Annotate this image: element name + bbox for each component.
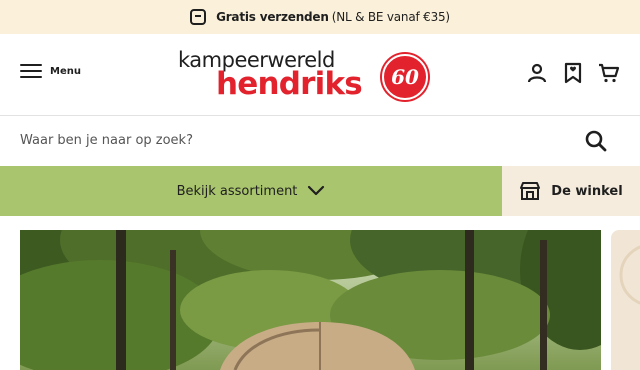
hero-side-preview[interactable] xyxy=(611,230,640,370)
store-button[interactable]: De winkel xyxy=(502,166,640,216)
hero-image[interactable] xyxy=(20,230,601,370)
menu-label: Menu xyxy=(50,65,81,77)
shipping-banner: Gratis verzenden (NL & BE vanaf €35) xyxy=(0,0,640,34)
store-label: De winkel xyxy=(551,183,623,199)
header-actions xyxy=(526,62,620,84)
store-icon xyxy=(520,182,541,200)
search-icon[interactable] xyxy=(584,129,608,153)
cart-icon[interactable] xyxy=(598,62,620,84)
assortment-label: Bekijk assortiment xyxy=(176,183,298,199)
search-input[interactable] xyxy=(20,126,560,154)
hamburger-icon xyxy=(20,64,42,78)
package-icon xyxy=(190,9,207,25)
search-bar xyxy=(0,116,640,166)
side-preview-pattern xyxy=(619,245,640,305)
assortment-button[interactable]: Bekijk assortiment xyxy=(0,166,502,216)
menu-button[interactable]: Menu xyxy=(20,64,81,78)
shipping-banner-bold: Gratis verzenden xyxy=(216,10,329,24)
site-logo[interactable]: kampeerwereld hendriks 60 xyxy=(176,48,436,108)
logo-bottom-text: hendriks xyxy=(216,66,363,102)
anniversary-seal: 60 xyxy=(382,54,428,100)
shipping-banner-text: (NL & BE vanaf €35) xyxy=(331,10,450,24)
forest-tent-photo xyxy=(20,230,601,370)
chevron-down-icon xyxy=(308,185,325,196)
main-nav: Bekijk assortiment De winkel xyxy=(0,166,640,216)
wishlist-icon[interactable] xyxy=(562,62,584,84)
account-icon[interactable] xyxy=(526,62,548,84)
site-header: Menu kampeerwereld hendriks 60 xyxy=(0,34,640,116)
